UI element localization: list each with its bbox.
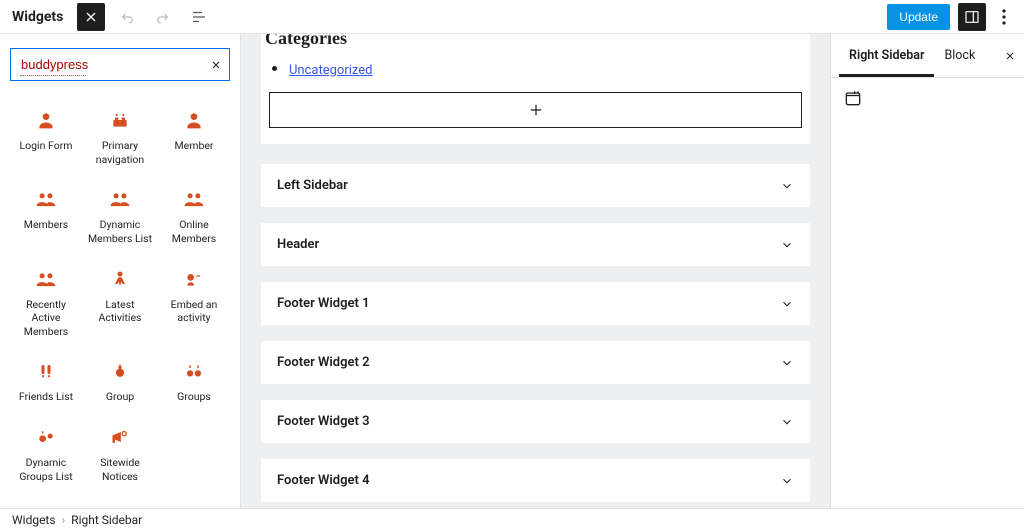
block-member[interactable]: Member — [158, 101, 230, 174]
block-groups[interactable]: Groups — [158, 352, 230, 412]
options-button[interactable] — [994, 3, 1014, 31]
chevron-right-icon: › — [62, 513, 66, 527]
area-label: Left Sidebar — [277, 178, 348, 193]
categories-widget[interactable]: Categories Uncategorized — [261, 34, 810, 144]
widget-area-footer-widget-3[interactable]: Footer Widget 3 — [261, 400, 810, 443]
cake-icon — [109, 109, 131, 131]
block-group[interactable]: Group — [84, 352, 156, 412]
block-dynamic-groups-list[interactable]: Dynamic Groups List — [10, 418, 82, 491]
plus-icon — [527, 101, 545, 119]
document-overview-button[interactable] — [185, 3, 213, 31]
users-icon — [35, 268, 57, 290]
block-label: Friends List — [19, 390, 73, 404]
block-members[interactable]: Members — [10, 180, 82, 253]
breadcrumb: Widgets › Right Sidebar — [0, 508, 1024, 530]
widget-area-header[interactable]: Header — [261, 223, 810, 266]
chevron-down-icon — [780, 356, 794, 370]
redo-button[interactable] — [149, 3, 177, 31]
block-label: Member — [175, 139, 214, 153]
close-inserter-button[interactable] — [77, 3, 105, 31]
widget-area-footer-widget-4[interactable]: Footer Widget 4 — [261, 459, 810, 502]
group-icon — [109, 360, 131, 382]
chevron-down-icon — [780, 474, 794, 488]
block-label: Members — [24, 218, 68, 232]
embed-icon — [183, 268, 205, 290]
widget-area-footer-widget-2[interactable]: Footer Widget 2 — [261, 341, 810, 384]
users-icon — [183, 188, 205, 210]
block-recently-active-members[interactable]: Recently Active Members — [10, 260, 82, 347]
widget-area-icon — [843, 88, 1012, 108]
block-label: Latest Activities — [86, 298, 154, 325]
activity-icon — [109, 268, 131, 290]
settings-panel: Right SidebarBlock — [830, 34, 1024, 508]
category-link[interactable]: Uncategorized — [289, 63, 372, 78]
area-label: Footer Widget 2 — [277, 355, 370, 370]
block-latest-activities[interactable]: Latest Activities — [84, 260, 156, 347]
page-title: Widgets — [10, 9, 69, 25]
tab-right-sidebar[interactable]: Right Sidebar — [839, 34, 934, 77]
crumb[interactable]: Widgets — [12, 513, 56, 527]
editor-topbar: Widgets Update — [0, 0, 1024, 34]
block-label: Group — [106, 390, 134, 404]
user-icon — [35, 109, 57, 131]
block-sitewide-notices[interactable]: Sitewide Notices — [84, 418, 156, 491]
block-dynamic-members-list[interactable]: Dynamic Members List — [84, 180, 156, 253]
widget-area-left-sidebar[interactable]: Left Sidebar — [261, 164, 810, 207]
groups-icon — [183, 360, 205, 382]
close-settings-button[interactable] — [1004, 50, 1016, 62]
block-label: Recently Active Members — [12, 298, 80, 339]
settings-body — [831, 78, 1024, 118]
chevron-down-icon — [780, 238, 794, 252]
tab-block[interactable]: Block — [934, 34, 985, 77]
users-icon — [109, 188, 131, 210]
block-inserter-panel: Login Form Primary navigation Member Mem… — [0, 34, 241, 508]
search-input[interactable] — [10, 48, 230, 81]
area-label: Footer Widget 4 — [277, 473, 370, 488]
add-block-button[interactable] — [269, 92, 802, 128]
update-button[interactable]: Update — [887, 4, 950, 30]
categories-list: Uncategorized — [261, 59, 810, 78]
clear-search-button[interactable] — [210, 59, 222, 71]
widget-area-footer-widget-1[interactable]: Footer Widget 1 — [261, 282, 810, 325]
widget-canvas[interactable]: Categories Uncategorized Left Sidebar He… — [241, 34, 830, 508]
block-label: Primary navigation — [86, 139, 154, 166]
block-friends-list[interactable]: Friends List — [10, 352, 82, 412]
categories-title: Categories — [261, 34, 810, 55]
settings-tabs: Right SidebarBlock — [831, 34, 1024, 78]
area-label: Header — [277, 237, 319, 252]
friends-icon — [35, 360, 57, 382]
chevron-down-icon — [780, 297, 794, 311]
block-search — [10, 48, 230, 81]
block-label: Dynamic Groups List — [12, 456, 80, 483]
block-primary-navigation[interactable]: Primary navigation — [84, 101, 156, 174]
undo-button[interactable] — [113, 3, 141, 31]
topbar-right: Update — [887, 3, 1014, 31]
block-login-form[interactable]: Login Form — [10, 101, 82, 174]
block-label: Embed an activity — [160, 298, 228, 325]
users-icon — [35, 188, 57, 210]
block-online-members[interactable]: Online Members — [158, 180, 230, 253]
block-label: Sitewide Notices — [86, 456, 154, 483]
area-label: Footer Widget 3 — [277, 414, 370, 429]
settings-toggle-button[interactable] — [958, 3, 986, 31]
area-label: Footer Widget 1 — [277, 296, 370, 311]
block-label: Dynamic Members List — [86, 218, 154, 245]
crumb[interactable]: Right Sidebar — [71, 513, 142, 527]
user-icon — [183, 109, 205, 131]
chevron-down-icon — [780, 415, 794, 429]
block-embed-an-activity[interactable]: Embed an activity — [158, 260, 230, 347]
megaphone-icon — [109, 426, 131, 448]
chevron-down-icon — [780, 179, 794, 193]
block-label: Login Form — [20, 139, 73, 153]
block-label: Groups — [177, 390, 211, 404]
groupdyn-icon — [35, 426, 57, 448]
block-grid: Login Form Primary navigation Member Mem… — [10, 101, 230, 491]
topbar-left: Widgets — [10, 3, 213, 31]
block-label: Online Members — [160, 218, 228, 245]
